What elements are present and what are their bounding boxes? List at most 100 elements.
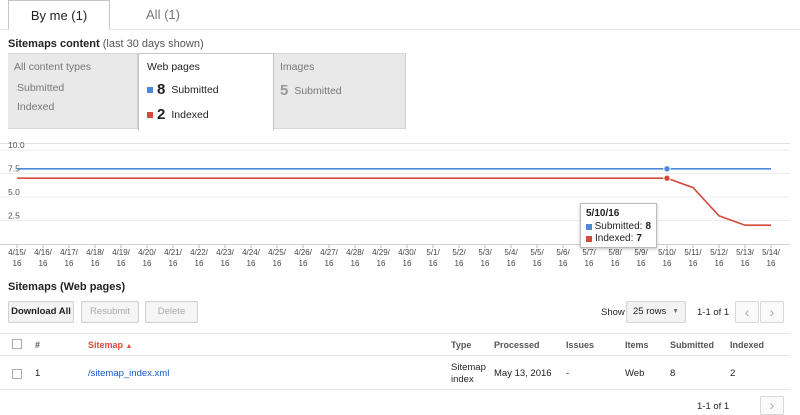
x-tick-label-year: 16 — [143, 259, 152, 268]
col-indexed-header[interactable]: Indexed — [730, 340, 764, 350]
tooltip-date: 5/10/16 — [586, 208, 620, 219]
row-checkbox[interactable] — [12, 369, 22, 379]
x-tick-label-year: 16 — [715, 259, 724, 268]
x-tick-label-year: 16 — [481, 259, 490, 268]
x-tick-label: 5/8/ — [608, 248, 622, 257]
show-label: Show — [601, 307, 625, 318]
x-tick-label: 4/30/ — [398, 248, 417, 257]
next-page-button-bottom[interactable]: › — [760, 396, 784, 415]
x-tick-label-year: 16 — [689, 259, 698, 268]
x-tick-label-year: 16 — [247, 259, 256, 268]
content-type-images[interactable]: Images 5 Submitted — [274, 53, 406, 129]
table-row: 1 /sitemap_index.xml Sitemap index May 1… — [0, 356, 790, 390]
row-type-line1: Sitemap — [451, 362, 486, 373]
delete-button[interactable]: Delete — [145, 301, 198, 323]
col-items-header[interactable]: Items — [625, 340, 649, 350]
tab-by-me[interactable]: By me (1) — [8, 0, 110, 30]
x-tick-label: 5/14/ — [762, 248, 781, 257]
images-submitted-metric: 5 Submitted — [280, 82, 342, 99]
content-type-all-submitted: Submitted — [17, 82, 65, 94]
x-tick-label-year: 16 — [611, 259, 620, 268]
x-tick-label: 4/24/ — [242, 248, 261, 257]
chart-tooltip: 5/10/16 Submitted: 8 Indexed: 7 — [580, 203, 657, 248]
x-tick-label-year: 16 — [403, 259, 412, 268]
x-tick-label: 5/9/ — [634, 248, 648, 257]
x-tick-label: 5/6/ — [556, 248, 570, 257]
web-submitted-metric: 8 Submitted — [147, 81, 219, 98]
content-type-web-pages[interactable]: Web pages 8 Submitted 2 Indexed — [138, 53, 274, 131]
x-tick-label: 4/28/ — [346, 248, 365, 257]
select-all-checkbox[interactable] — [12, 339, 22, 349]
chart-baseline — [0, 244, 790, 245]
x-tick-label: 4/18/ — [86, 248, 105, 257]
x-tick-label: 4/27/ — [320, 248, 339, 257]
x-tick-label: 4/21/ — [164, 248, 183, 257]
col-sitemap-header[interactable]: Sitemap ▲ — [88, 340, 132, 350]
sitemap-chart[interactable]: 10.07.55.02.54/15/164/16/164/17/164/18/1… — [0, 140, 790, 275]
row-type-line2: index — [451, 374, 474, 385]
x-tick-label-year: 16 — [221, 259, 230, 268]
x-tick-label-year: 16 — [559, 259, 568, 268]
x-tick-label: 4/15/ — [8, 248, 27, 257]
y-tick-label: 10.0 — [8, 140, 25, 150]
tab-bar: By me (1) All (1) — [0, 0, 800, 30]
x-tick-label-year: 16 — [767, 259, 776, 268]
sitemaps-content-heading: Sitemaps content (last 30 days shown) — [8, 38, 204, 50]
data-point-submitted — [663, 165, 671, 173]
pagination-range: 1-1 of 1 — [697, 307, 730, 318]
download-all-button[interactable]: Download All — [8, 301, 74, 323]
x-tick-label-year: 16 — [377, 259, 386, 268]
tooltip-submitted-swatch — [586, 224, 592, 230]
row-num: 1 — [35, 368, 41, 379]
col-processed-header[interactable]: Processed — [494, 340, 540, 350]
x-tick-label-year: 16 — [429, 259, 438, 268]
x-tick-label: 5/1/ — [426, 248, 440, 257]
sitemap-link[interactable]: /sitemap_index.xml — [88, 368, 169, 379]
tooltip-submitted-row: Submitted: 8 — [586, 221, 651, 233]
series-line-indexed — [17, 177, 771, 226]
rows-per-page-select[interactable]: 25 rows ▼ — [626, 301, 686, 323]
col-issues-header[interactable]: Issues — [566, 340, 594, 350]
chevron-right-icon: › — [769, 397, 775, 413]
resubmit-button[interactable]: Resubmit — [81, 301, 139, 323]
col-type-header[interactable]: Type — [451, 340, 471, 350]
data-point-indexed — [663, 174, 671, 182]
prev-page-button[interactable]: ‹ — [735, 301, 759, 323]
x-tick-label-year: 16 — [273, 259, 282, 268]
content-type-web-title: Web pages — [147, 61, 200, 73]
tab-all[interactable]: All (1) — [110, 0, 216, 30]
col-submitted-header[interactable]: Submitted — [670, 340, 714, 350]
x-tick-label-year: 16 — [325, 259, 334, 268]
x-tick-label: 5/13/ — [736, 248, 755, 257]
x-tick-label: 5/2/ — [452, 248, 466, 257]
x-tick-label-year: 16 — [169, 259, 178, 268]
x-tick-label-year: 16 — [663, 259, 672, 268]
content-type-all-indexed: Indexed — [17, 101, 55, 113]
content-type-all[interactable]: All content types Submitted Indexed — [8, 53, 138, 129]
x-tick-label: 4/23/ — [216, 248, 235, 257]
x-tick-label: 4/25/ — [268, 248, 287, 257]
tooltip-submitted-value: 8 — [645, 221, 651, 232]
x-tick-label: 5/7/ — [582, 248, 596, 257]
web-submitted-label: Submitted — [171, 83, 219, 96]
tooltip-indexed-row: Indexed: 7 — [586, 233, 651, 245]
chevron-right-icon: › — [769, 304, 775, 320]
x-tick-label-year: 16 — [299, 259, 308, 268]
next-page-button[interactable]: › — [760, 301, 784, 323]
content-type-images-title: Images — [280, 61, 315, 73]
x-tick-label-year: 16 — [195, 259, 204, 268]
x-tick-label-year: 16 — [455, 259, 464, 268]
sitemaps-content-subtitle: (last 30 days shown) — [102, 38, 204, 50]
chevron-left-icon: ‹ — [744, 304, 750, 320]
sort-ascending-icon: ▲ — [125, 343, 133, 350]
caret-down-icon: ▼ — [672, 308, 679, 315]
row-items: Web — [625, 368, 645, 379]
x-tick-label: 5/3/ — [478, 248, 492, 257]
rows-per-page-value: 25 rows — [633, 306, 667, 317]
tooltip-indexed-value: 7 — [636, 233, 642, 244]
tooltip-indexed-label: Indexed: — [595, 233, 634, 244]
col-sitemap-label: Sitemap — [88, 340, 124, 350]
x-tick-label: 5/12/ — [710, 248, 729, 257]
x-tick-label-year: 16 — [39, 259, 48, 268]
x-tick-label: 4/20/ — [138, 248, 157, 257]
